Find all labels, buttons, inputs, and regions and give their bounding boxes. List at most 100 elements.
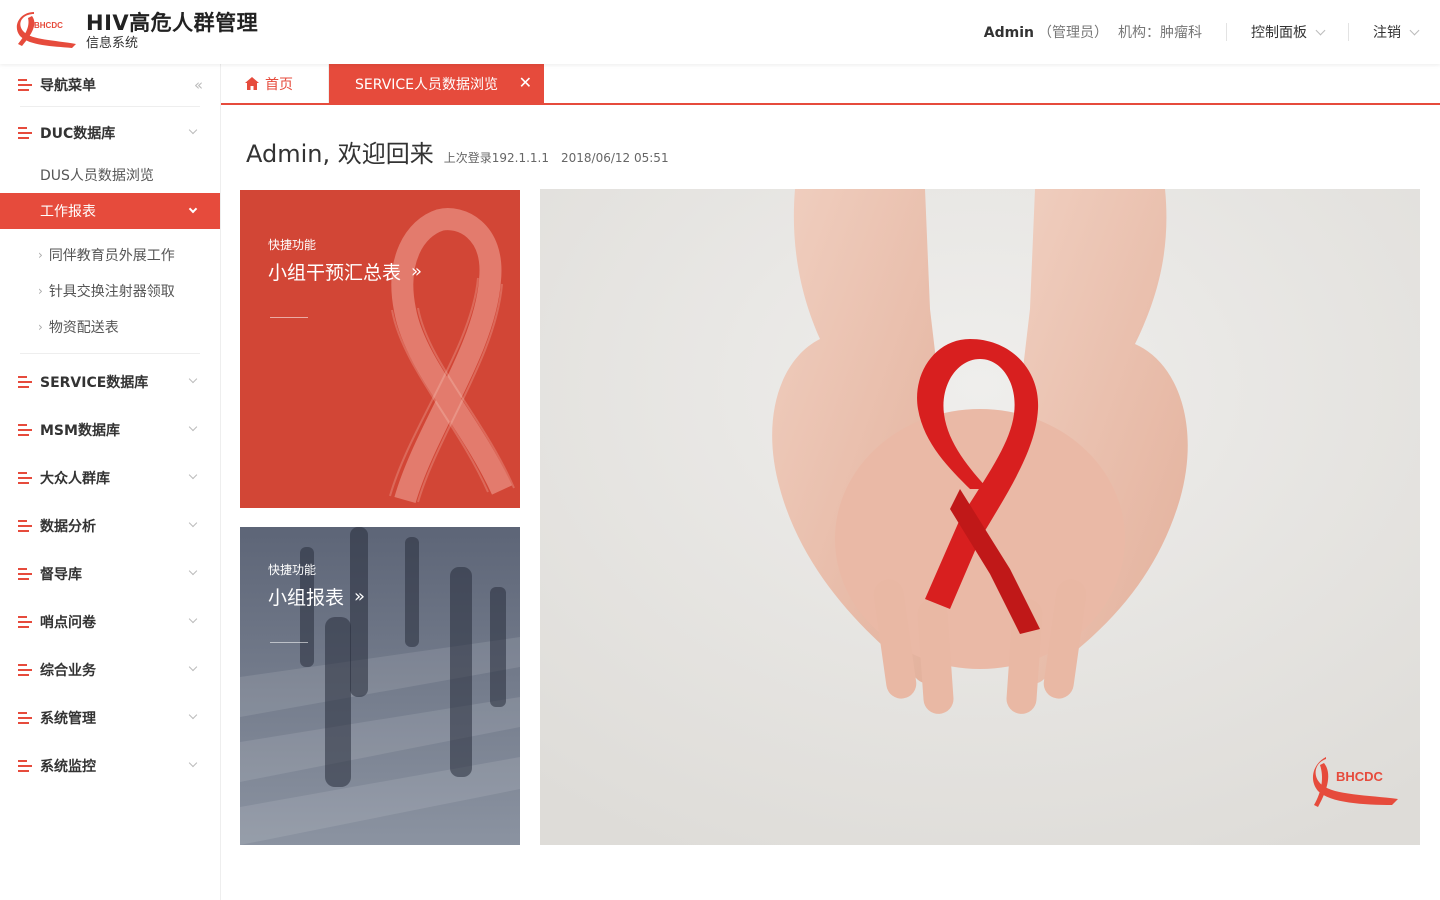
divider (1348, 23, 1349, 41)
sidebar-leaf-label: 同伴教育员外展工作 (48, 248, 175, 264)
sidebar-item-label: 数据分析 (40, 519, 96, 535)
tab-label: 首页 (265, 76, 293, 93)
sidebar-subitem-dus[interactable]: DUS人员数据浏览 (0, 157, 220, 193)
tab-bar: 首页 SERVICE人员数据浏览 ✕ (221, 64, 1440, 105)
quick-card-group-report[interactable]: 快捷功能 小组报表 » (240, 527, 520, 845)
chevron-down-icon (188, 422, 198, 432)
sidebar-item-business[interactable]: 综合业务 (0, 646, 220, 694)
quick-card-group-intervention[interactable]: 快捷功能 小组干预汇总表 » (240, 190, 520, 508)
chevron-down-icon (188, 710, 198, 720)
menu-icon (18, 616, 32, 628)
sidebar-item-label: 督导库 (40, 567, 82, 583)
hands-red-ribbon-image (540, 189, 1420, 845)
menu-icon (18, 127, 32, 139)
sidebar-leaf-label: 物资配送表 (48, 320, 119, 336)
chevron-right-icon: › (38, 284, 43, 298)
control-panel-menu[interactable]: 控制面板 (1251, 22, 1326, 42)
divider (20, 106, 200, 107)
card-title-text: 小组报表 (268, 587, 345, 609)
divider (1226, 23, 1227, 41)
sidebar-item-system-monitor[interactable]: 系统监控 (0, 742, 220, 790)
user-info: Admin （管理员） 机构：肿瘤科 (984, 22, 1202, 42)
sidebar-nav-header[interactable]: 导航菜单 ‹‹ (0, 64, 220, 106)
sidebar-item-label: 系统监控 (40, 759, 96, 775)
sidebar-item-msm[interactable]: MSM数据库 (0, 406, 220, 454)
card-title[interactable]: 小组干预汇总表 » (268, 258, 422, 285)
welcome-line: Admin, 欢迎回来 上次登录192.1.1.1 2018/06/12 05:… (246, 134, 669, 169)
sidebar-item-label: 综合业务 (40, 663, 96, 679)
chevron-down-icon (188, 125, 198, 135)
sidebar-item-public[interactable]: 大众人群库 (0, 454, 220, 502)
app-title: HIV高危人群管理 (86, 11, 259, 35)
chevron-down-icon (1315, 25, 1326, 35)
sidebar-item-label: DUC数据库 (40, 126, 116, 142)
menu-icon (18, 424, 32, 436)
app-subtitle: 信息系统 (86, 36, 139, 51)
sidebar-leaf-label: 针具交换注射器领取 (48, 284, 175, 300)
sidebar-item-label: 大众人群库 (40, 471, 110, 487)
sidebar-item-sentinel[interactable]: 哨点问卷 (0, 598, 220, 646)
sidebar-item-supervision[interactable]: 督导库 (0, 550, 220, 598)
hero-banner: BHCDC (540, 189, 1420, 845)
menu-icon (18, 376, 32, 388)
card-label: 快捷功能 (268, 563, 317, 577)
chevron-down-icon (188, 518, 198, 528)
chevron-right-icon: › (38, 248, 43, 262)
sidebar-subitem-label: 工作报表 (40, 204, 96, 220)
card-title[interactable]: 小组报表 » (268, 583, 365, 610)
last-login: 上次登录192.1.1.1 (443, 151, 550, 165)
chevron-down-icon (188, 662, 198, 672)
svg-text:BHCDC: BHCDC (34, 21, 63, 30)
menu-icon (18, 664, 32, 676)
divider (270, 642, 308, 643)
logout-menu[interactable]: 注销 (1373, 22, 1420, 42)
sidebar-leaf-peer-outreach[interactable]: › 同伴教育员外展工作 (0, 237, 220, 273)
menu-icon (18, 520, 32, 532)
sidebar-item-label: 系统管理 (40, 711, 96, 727)
chevron-down-icon (188, 566, 198, 576)
bhcdc-logo: BHCDC (1312, 757, 1398, 807)
card-label: 快捷功能 (268, 238, 317, 252)
logout-label: 注销 (1373, 25, 1401, 41)
sidebar-leaf-supplies[interactable]: › 物资配送表 (0, 309, 220, 345)
sidebar-item-duc[interactable]: DUC数据库 (0, 109, 220, 157)
card-title-text: 小组干预汇总表 (268, 262, 402, 284)
double-arrow-right-icon: » (354, 586, 366, 607)
chevron-right-icon: › (38, 320, 43, 334)
bhcdc-logo[interactable]: BHCDC (14, 10, 78, 50)
double-arrow-right-icon: » (411, 261, 423, 282)
close-icon[interactable]: ✕ (519, 73, 532, 92)
header-actions: Admin （管理员） 机构：肿瘤科 控制面板 注销 (984, 0, 1420, 64)
sidebar-item-analysis[interactable]: 数据分析 (0, 502, 220, 550)
chevron-down-icon (1409, 25, 1420, 35)
chevron-down-icon (188, 758, 198, 768)
sidebar-subitem-label: DUS人员数据浏览 (40, 168, 154, 184)
sidebar-nav-title: 导航菜单 (40, 78, 96, 94)
divider (270, 317, 308, 318)
app-name: HIV高危人群管理 信息系统 (86, 10, 258, 52)
menu-icon (18, 760, 32, 772)
svg-text:BHCDC: BHCDC (1336, 769, 1384, 784)
chevron-down-icon (188, 614, 198, 624)
user-role: （管理员） (1038, 25, 1108, 41)
chevron-down-icon (188, 374, 198, 384)
tab-home[interactable]: 首页 (221, 64, 329, 103)
sidebar-subitem-work-report[interactable]: 工作报表 (0, 193, 220, 229)
sidebar-leaf-needle-exchange[interactable]: › 针具交换注射器领取 (0, 273, 220, 309)
tab-service-browse[interactable]: SERVICE人员数据浏览 ✕ (329, 64, 544, 103)
collapse-sidebar-icon[interactable]: ‹‹ (194, 76, 203, 94)
home-icon (245, 77, 259, 90)
welcome-heading: Admin, 欢迎回来 (246, 140, 434, 168)
sidebar-item-label: 哨点问卷 (40, 615, 96, 631)
last-login-datetime: 2018/06/12 05:51 (561, 151, 669, 165)
menu-icon (18, 568, 32, 580)
tab-label: SERVICE人员数据浏览 (355, 76, 499, 93)
sidebar-item-service[interactable]: SERVICE数据库 (0, 358, 220, 406)
user-org: 机构：肿瘤科 (1118, 25, 1202, 41)
sidebar-item-label: SERVICE数据库 (40, 375, 149, 391)
sidebar-item-system-admin[interactable]: 系统管理 (0, 694, 220, 742)
sidebar: 导航菜单 ‹‹ DUC数据库 DUS人员数据浏览 工作报表 › 同伴教育员外展工… (0, 64, 221, 900)
chevron-down-icon (188, 470, 198, 480)
menu-icon (18, 712, 32, 724)
menu-icon (18, 472, 32, 484)
